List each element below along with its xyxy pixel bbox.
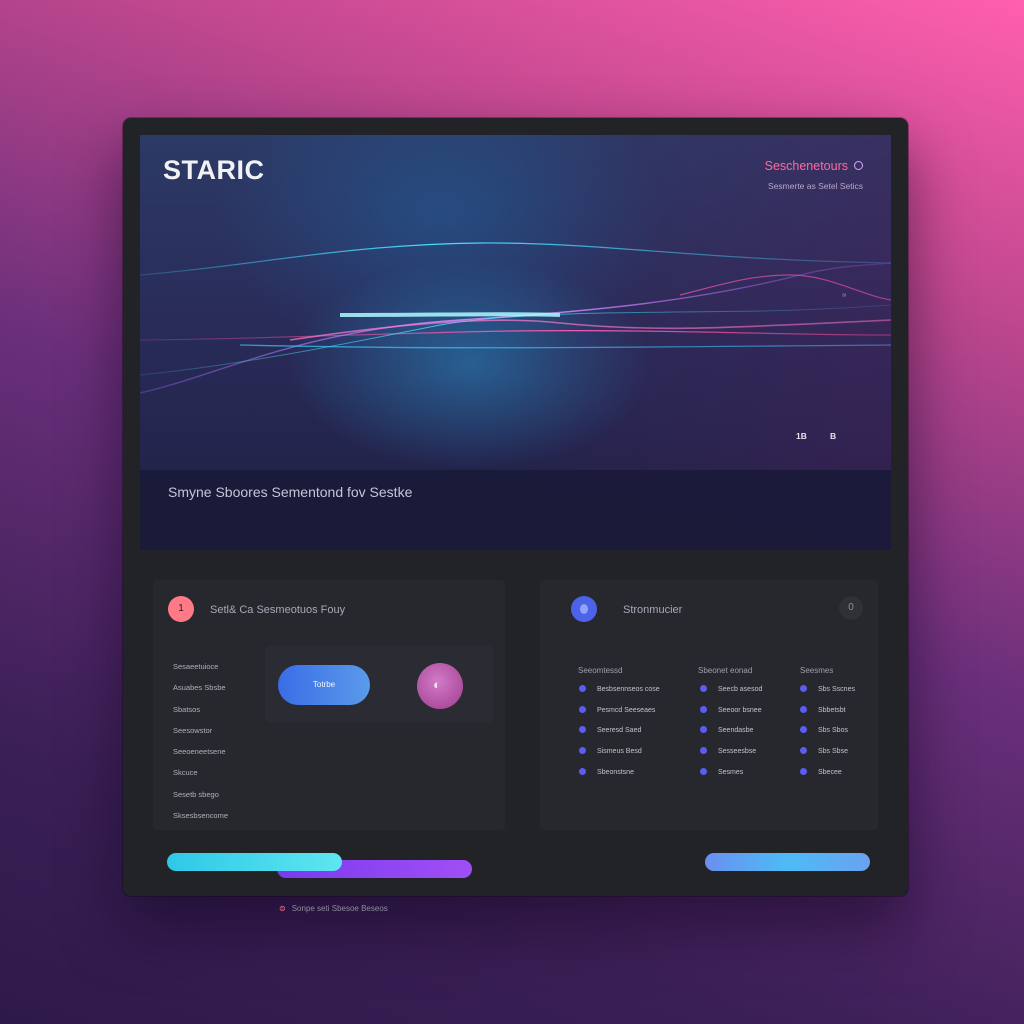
top-right-subtitle: Sesmerte as Setel Setics: [768, 181, 863, 191]
side-menu-item[interactable]: Sbatsos: [173, 705, 228, 726]
radio-option[interactable]: Sesmes: [700, 767, 762, 790]
hero-caption: Smyne Sboores Sementond fov Sestke: [168, 484, 413, 500]
top-right-header: Seschenetours Sesmerte as Setel Setics: [765, 157, 863, 191]
status-note-text: Sonpe seti Sbesoe Beseos: [291, 904, 388, 913]
slide-next[interactable]: B: [830, 431, 836, 441]
user-avatar-icon: [571, 596, 597, 622]
column-heading: Seesmes: [800, 666, 834, 675]
radio-option[interactable]: Seecb asesod: [700, 685, 762, 707]
action-card: Totrbe: [265, 646, 493, 722]
column-heading: Sbeonet eonad: [698, 666, 753, 675]
slide-counter[interactable]: 1B: [796, 431, 807, 441]
count-button[interactable]: 0: [839, 596, 863, 620]
option-list: Besbsennseos cose Pesmcd Seeseaes Seeres…: [579, 685, 660, 790]
radio-option[interactable]: Sbs Sbos: [800, 726, 855, 748]
side-menu-item[interactable]: Seeoeneetsene: [173, 747, 228, 768]
radio-option[interactable]: Seendasbe: [700, 726, 762, 748]
radio-option[interactable]: Sesseesbse: [700, 747, 762, 769]
radio-option[interactable]: Sbs Sscnes: [800, 685, 855, 707]
primary-button[interactable]: Totrbe: [278, 665, 370, 705]
hero-banner: STARIC Seschenetours Sesmerte as Setel S…: [140, 135, 891, 550]
side-menu: Sesaeetuioce Asuabes Sbsbe Sbatsos Seeso…: [173, 662, 228, 832]
search-icon[interactable]: [854, 161, 863, 171]
radio-option[interactable]: Seeoor bsnee: [700, 705, 762, 728]
side-menu-item[interactable]: Seesowstor: [173, 726, 228, 747]
side-menu-item[interactable]: Skcuce: [173, 768, 228, 789]
radio-option[interactable]: Pesmcd Seeseaes: [579, 705, 660, 728]
step-badge: 1: [168, 596, 194, 622]
blue-action-bar[interactable]: [705, 853, 870, 871]
side-menu-item[interactable]: Sesaeetuioce: [173, 662, 228, 683]
radio-option[interactable]: Seeresd Saed: [579, 726, 660, 748]
panel-title: Setl& Ca Sesmeotuos Fouy: [210, 604, 346, 616]
radio-option[interactable]: Besbsennseos cose: [579, 685, 660, 707]
panel-title: Stronmucier: [623, 604, 683, 616]
option-list: Seecb asesod Seeoor bsnee Seendasbe Sess…: [700, 685, 762, 790]
radio-option[interactable]: Sbecee: [800, 767, 855, 790]
column-heading: Seeomtessd: [578, 666, 623, 675]
side-menu-item[interactable]: Asuabes Sbsbe: [173, 683, 228, 704]
top-right-title[interactable]: Seschenetours: [765, 159, 848, 173]
options-panel: Stronmucier 0 Seeomtessd Besbsennseos co…: [540, 580, 878, 830]
app-window: STARIC Seschenetours Sesmerte as Setel S…: [123, 118, 908, 913]
side-menu-item[interactable]: Sesetb sbego: [173, 790, 228, 811]
status-note: ⊜ Sonpe seti Sbesoe Beseos: [279, 904, 388, 913]
warning-icon: ⊜: [279, 904, 286, 913]
brand-logo: STARIC: [163, 155, 265, 185]
radio-option[interactable]: Sbbetsbt: [800, 705, 855, 728]
toggle-icon[interactable]: [417, 663, 463, 709]
cyan-action-bar[interactable]: [167, 853, 342, 871]
radio-option[interactable]: Sbs Sbse: [800, 747, 855, 769]
radio-option[interactable]: Sismeus Besd: [579, 747, 660, 769]
hero-caption-bar: Smyne Sboores Sementond fov Sestke: [140, 470, 891, 550]
settings-panel: 1 Setl& Ca Sesmeotuos Fouy Sesaeetuioce …: [153, 580, 505, 913]
side-menu-item[interactable]: Sksesbsencome: [173, 811, 228, 832]
radio-option[interactable]: Sbeonstsne: [579, 767, 660, 790]
option-list: Sbs Sscnes Sbbetsbt Sbs Sbos Sbs Sbse Sb…: [800, 685, 855, 790]
hero-mini-label: ᵃᶦ: [842, 293, 846, 300]
